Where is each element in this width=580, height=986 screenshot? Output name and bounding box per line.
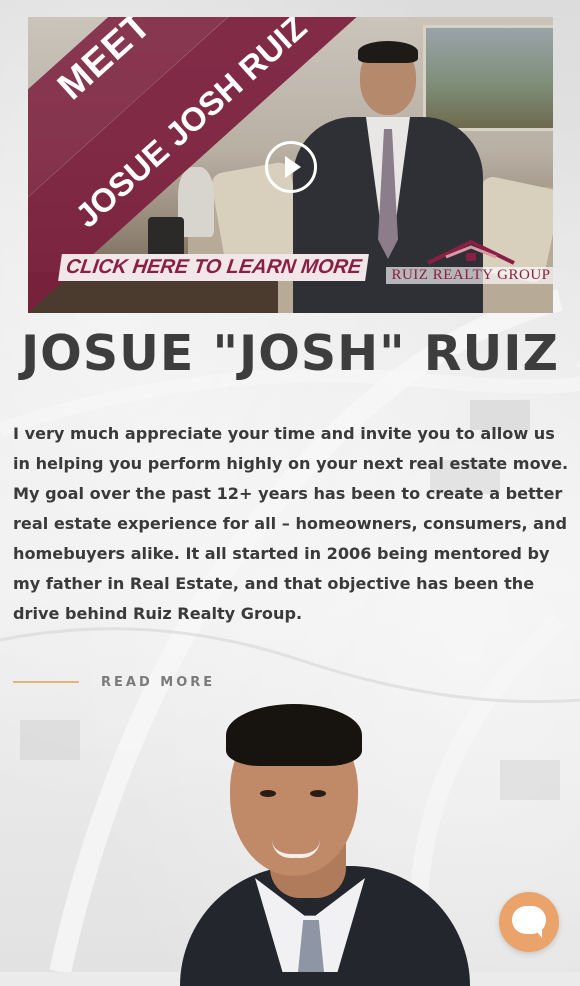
intro-paragraph: I very much appreciate your time and inv… [13,424,569,623]
accent-line [13,681,79,683]
page-title: JOSUE "JOSH" RUIZ [20,325,560,382]
portrait-eye [260,790,276,797]
video-painting [423,25,553,131]
ruiz-realty-logo: RUIZ REALTY GROUP [386,239,553,289]
house-roof-icon [427,239,515,265]
chat-button[interactable] [499,892,559,952]
video-man-hair [358,41,418,63]
read-more-link[interactable]: READ MORE [13,671,215,693]
agent-portrait [160,698,480,986]
portrait-hair [226,704,362,766]
brand-text: RUIZ REALTY GROUP [386,267,553,284]
intro-video[interactable]: MEET JOSUE JOSH RUIZ CLICK HERE TO LEARN… [28,17,553,313]
play-icon[interactable] [265,141,317,193]
video-cta[interactable]: CLICK HERE TO LEARN MORE [58,254,370,281]
chat-bubble-icon [512,906,546,938]
portrait-eye [310,790,326,797]
read-more-label: READ MORE [101,674,216,690]
